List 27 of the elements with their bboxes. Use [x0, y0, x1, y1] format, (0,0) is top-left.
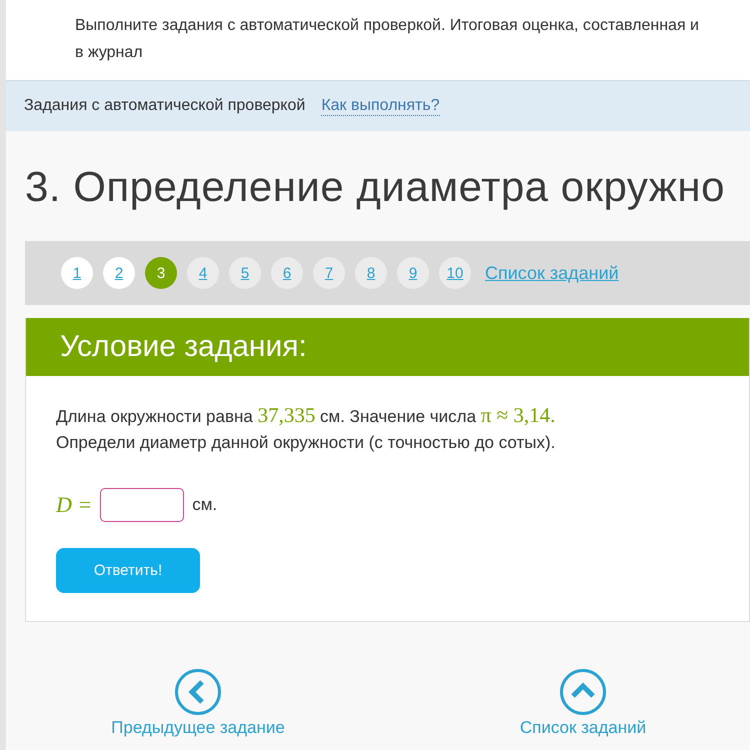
back-icon [174, 668, 222, 716]
section-label: Задания с автоматической проверкой [24, 97, 306, 115]
up-icon [559, 668, 607, 716]
page-title: 3. Определение диаметра окружно [24, 162, 725, 212]
task-number[interactable]: 10 [439, 257, 471, 289]
submit-button[interactable]: Ответить! [56, 548, 200, 593]
intro-text: Выполните задания с автоматической проверкой. Итоговая оценка, составленная и [75, 16, 699, 36]
task-number[interactable]: 3 [145, 257, 177, 289]
task-header: Условие задания: [26, 318, 749, 376]
footer-link[interactable]: Предыдущее задание [28, 668, 368, 738]
task-question: Определи диаметр данной окружности (с точностью до сотых). [56, 432, 556, 454]
task-number[interactable]: 1 [61, 257, 93, 289]
task-number[interactable]: 6 [271, 257, 303, 289]
footer-link[interactable]: Список заданий [458, 668, 708, 738]
intro-text: в журнал [75, 43, 143, 63]
unit-label: см. [192, 495, 218, 515]
task-statement: Длина окружности равна 37,335 см. Значение числа π ≈ 3,14. [56, 402, 556, 429]
task-number[interactable]: 5 [229, 257, 261, 289]
task-number[interactable]: 2 [103, 257, 135, 289]
answer-field[interactable] [100, 488, 184, 522]
task-number[interactable]: 4 [187, 257, 219, 289]
task-number[interactable]: 7 [313, 257, 345, 289]
help-link[interactable]: Как выполнять? [321, 96, 440, 116]
task-list-link[interactable]: Список заданий [485, 262, 619, 284]
task-number[interactable]: 9 [397, 257, 429, 289]
answer-label: D = [56, 492, 92, 518]
task-number[interactable]: 8 [355, 257, 387, 289]
